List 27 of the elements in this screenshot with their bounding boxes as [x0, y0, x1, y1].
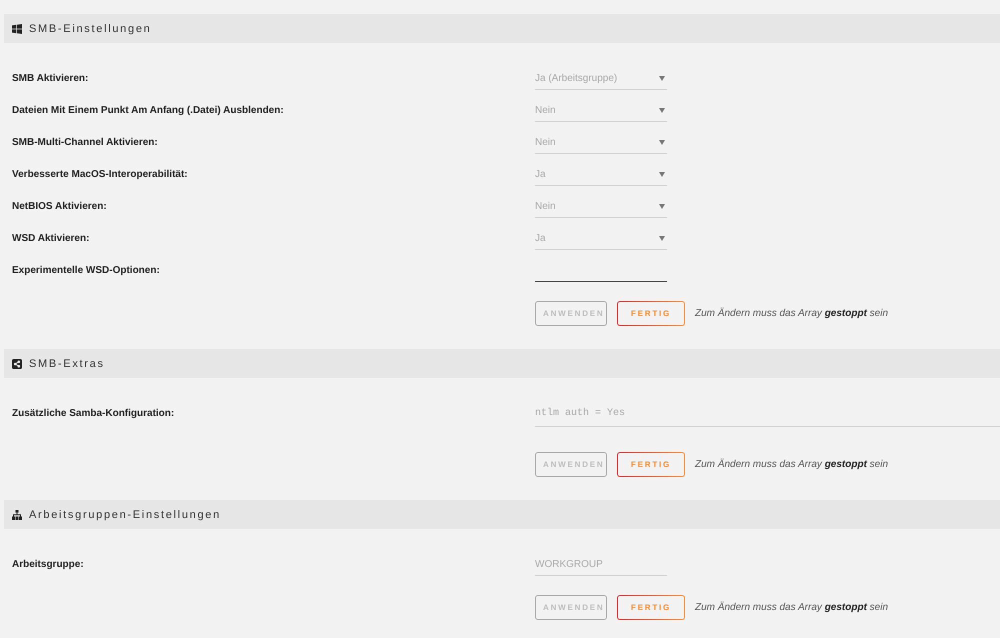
caret-icon — [659, 140, 665, 145]
status-note: Zum Ändern muss das Array gestoppt sein — [695, 602, 888, 613]
status-note: Zum Ändern muss das Array gestoppt sein — [695, 459, 888, 470]
setting-label: NetBIOS Aktivieren: — [12, 200, 108, 214]
caret-icon — [659, 108, 665, 113]
caret-icon — [659, 76, 665, 81]
sitemap-icon — [12, 510, 22, 520]
status-note: Zum Ändern muss das Array gestoppt sein — [695, 308, 888, 319]
section-title: SMB-Extras — [29, 358, 105, 370]
done-button[interactable]: FERTIG — [617, 452, 685, 477]
caret-icon — [659, 236, 665, 241]
section-title: SMB-Einstellungen — [29, 22, 152, 34]
setting-label: Experimentelle WSD-Optionen: — [12, 264, 161, 278]
setting-label: Zusätzliche Samba-Konfiguration: — [12, 407, 176, 421]
setting-label: SMB-Multi-Channel Aktivieren: — [12, 136, 159, 150]
caret-icon — [659, 172, 665, 177]
share-icon — [12, 358, 22, 368]
section-title: Arbeitsgruppen-Einstellungen — [29, 508, 221, 520]
done-button[interactable]: FERTIG — [617, 301, 685, 326]
windows-logo-icon — [12, 24, 22, 34]
setting-label: SMB Aktivieren: — [12, 72, 90, 86]
setting-label: Dateien Mit Einem Punkt Am Anfang (.Datei) Ausblenden: — [12, 104, 285, 118]
setting-label: Verbesserte MacOS-Interoperabilität: — [12, 168, 189, 182]
done-button[interactable]: FERTIG — [617, 595, 685, 620]
setting-label: Arbeitsgruppe: — [12, 558, 85, 572]
setting-label: WSD Aktivieren: — [12, 232, 90, 246]
caret-icon — [659, 204, 665, 209]
